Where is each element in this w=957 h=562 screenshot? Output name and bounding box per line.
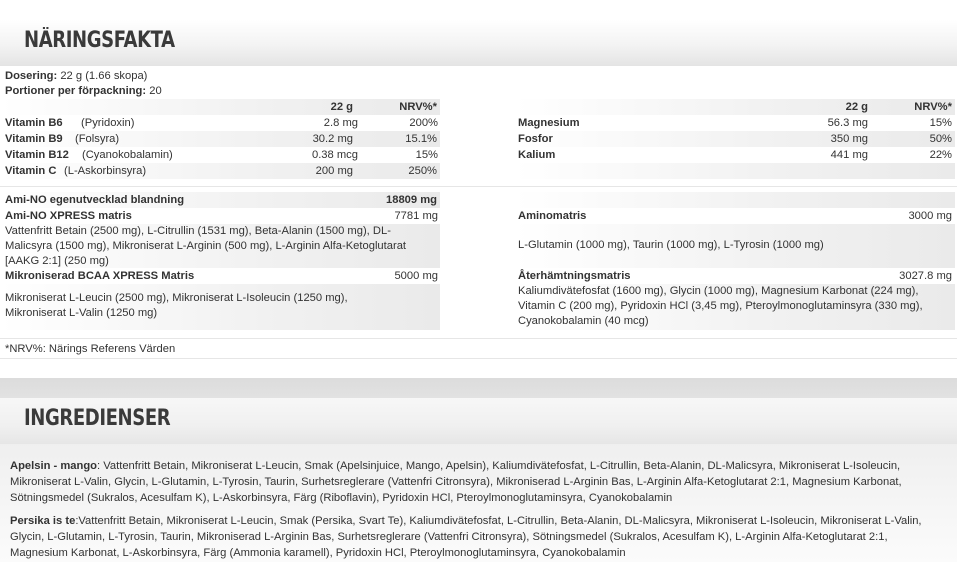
vitamin-nrv-header: NRV%* [399, 101, 437, 113]
amino-amount: 3000 mg [908, 210, 952, 222]
mineral-name: Magnesium [518, 117, 580, 129]
vitamin-row: Vitamin B9 (Folsyra) 30.2 mg 15.1% [0, 131, 440, 147]
blend-row: Ami-NO egenutvecklad blandning 18809 mg [0, 192, 440, 208]
xpress-contents-row: Vattenfritt Betain (2500 mg), L-Citrulli… [0, 224, 440, 268]
amino-contents-row: L-Glutamin (1000 mg), Taurin (1000 mg), … [515, 224, 955, 268]
servings-label: Portioner per förpackning: [5, 85, 147, 97]
divider [0, 186, 957, 187]
mineral-amount: 56.3 mg [827, 117, 868, 129]
mineral-row: Kalium 441 mg 22% [518, 147, 952, 163]
ingredients-header: INGREDIENSER [0, 398, 957, 444]
mineral-row-empty [515, 163, 955, 179]
vitamin-name: Vitamin B12 [5, 149, 69, 161]
flavor-ingredients: Apelsin - mango: Vattenfritt Betain, Mik… [10, 458, 935, 506]
mineral-amount-header: 22 g [845, 101, 868, 113]
xpress-row: Ami-NO XPRESS matris 7781 mg [5, 208, 438, 224]
bcaa-row: Mikroniserad BCAA XPRESS Matris 5000 mg [5, 268, 438, 284]
vitamin-name: Vitamin B9 [5, 133, 63, 145]
vitamin-sub: (L-Askorbinsyra) [64, 165, 147, 177]
mineral-nrv: 15% [929, 117, 952, 129]
blend-right-row-empty [515, 192, 955, 208]
flavor-label: Apelsin - mango [10, 460, 98, 472]
vitamin-sub: (Cyanokobalamin) [82, 149, 173, 161]
dosage-row: Dosering: 22 g (1.66 skopa) [5, 68, 505, 84]
mineral-row: Magnesium 56.3 mg 15% [518, 115, 952, 131]
servings-row: Portioner per förpackning: 20 [5, 83, 505, 99]
blend-name: Ami-NO egenutvecklad blandning [5, 194, 185, 206]
mineral-amount: 350 mg [830, 133, 868, 145]
mineral-amount: 441 mg [830, 149, 868, 161]
mineral-nrv-header: NRV%* [914, 101, 952, 113]
vitamin-amount: 30.2 mg [312, 133, 353, 145]
vitamin-row: Vitamin C (L-Askorbinsyra) 200 mg 250% [0, 163, 440, 179]
divider [0, 358, 957, 359]
dosage-label: Dosering: [5, 70, 58, 82]
mineral-row: Fosfor 350 mg 50% [515, 131, 955, 147]
footnote: *NRV%: Närings Referens Värden [5, 343, 176, 355]
vitamin-row: Vitamin B6 (Pyridoxin) 2.8 mg 200% [5, 115, 438, 131]
blend-amount: 18809 mg [386, 194, 437, 206]
flavor-ingredients: Persika is te:Vattenfritt Betain, Mikron… [10, 513, 935, 561]
flavor-text: : Vattenfritt Betain, Mikroniserat L-Leu… [10, 460, 902, 504]
vitamin-name: Vitamin C [5, 165, 57, 177]
bcaa-contents: Mikroniserat L-Leucin (2500 mg), Mikroni… [5, 292, 348, 319]
xpress-amount: 7781 mg [394, 210, 438, 222]
amino-row: Aminomatris 3000 mg [518, 208, 952, 224]
bcaa-name: Mikroniserad BCAA XPRESS Matris [5, 270, 195, 282]
amino-name: Aminomatris [518, 210, 587, 222]
vitamin-name: Vitamin B6 [5, 117, 63, 129]
vitamin-header-row: 22 g NRV%* [0, 99, 440, 115]
vitamin-nrv: 250% [408, 165, 437, 177]
vitamin-amount-header: 22 g [330, 101, 353, 113]
flavor-text: :Vattenfritt Betain, Mikroniserat L-Leuc… [10, 515, 922, 559]
vitamin-amount: 200 mg [315, 165, 353, 177]
divider [0, 338, 957, 339]
mineral-nrv: 22% [929, 149, 952, 161]
vitamin-amount: 2.8 mg [323, 117, 358, 129]
amino-contents: L-Glutamin (1000 mg), Taurin (1000 mg), … [518, 239, 824, 251]
vitamin-amount: 0.38 mcg [311, 149, 358, 161]
vitamin-nrv: 200% [409, 117, 438, 129]
mineral-name: Kalium [518, 149, 556, 161]
ingredients-title: INGREDIENSER [24, 406, 171, 431]
xpress-contents: Vattenfritt Betain (2500 mg), L-Citrulli… [5, 225, 407, 267]
recovery-row: Återhämtningsmatris 3027.8 mg [518, 268, 952, 284]
recovery-name: Återhämtningsmatris [518, 270, 631, 282]
bcaa-amount: 5000 mg [394, 270, 438, 282]
recovery-amount: 3027.8 mg [899, 270, 952, 282]
recovery-contents-row: Kaliumdivätefosfat (1600 mg), Glycin (10… [515, 284, 955, 330]
xpress-name: Ami-NO XPRESS matris [5, 210, 132, 222]
mineral-name: Fosfor [518, 133, 553, 145]
flavor-label: Persika is te [10, 515, 76, 527]
vitamin-sub: (Pyridoxin) [81, 117, 135, 129]
vitamin-sub: (Folsyra) [75, 133, 120, 145]
mineral-nrv: 50% [929, 133, 952, 145]
mineral-header-row: 22 g NRV%* [515, 99, 955, 115]
nutrition-title: NÄRINGSFAKTA [24, 28, 175, 53]
servings-value: 20 [149, 85, 162, 97]
vitamin-nrv: 15% [415, 149, 438, 161]
vitamin-row: Vitamin B12 (Cyanokobalamin) 0.38 mcg 15… [5, 147, 438, 163]
dosage-value: 22 g (1.66 skopa) [60, 70, 148, 82]
vitamin-nrv: 15.1% [405, 133, 437, 145]
nutrition-header: NÄRINGSFAKTA [0, 20, 957, 66]
recovery-contents: Kaliumdivätefosfat (1600 mg), Glycin (10… [518, 285, 923, 327]
bcaa-contents-row: Mikroniserat L-Leucin (2500 mg), Mikroni… [0, 284, 440, 330]
